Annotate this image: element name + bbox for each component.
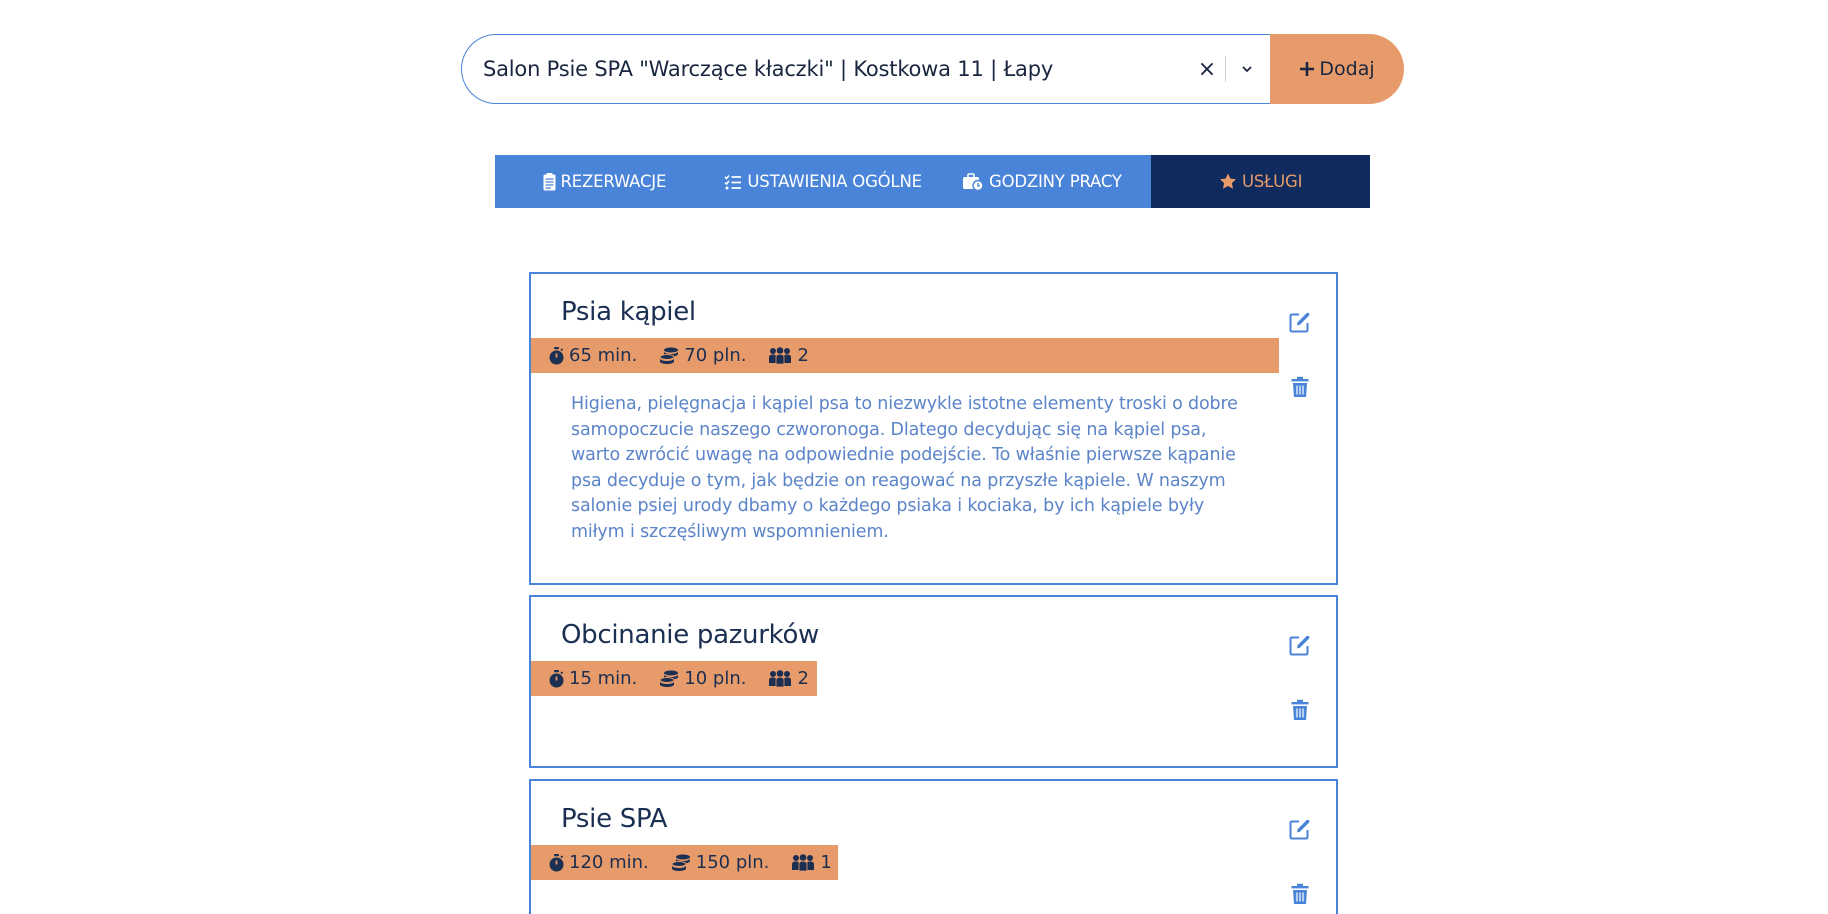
service-duration-value: 120 min. bbox=[569, 852, 649, 873]
clipboard-list-icon bbox=[543, 172, 556, 190]
service-capacity: 2 bbox=[768, 345, 809, 366]
edit-icon[interactable] bbox=[1288, 817, 1312, 841]
edit-icon[interactable] bbox=[1288, 633, 1312, 657]
service-meta-bar: 120 min. 150 pln. 1 bbox=[531, 845, 838, 880]
service-description: Higiena, pielęgnacja i kąpiel psa to nie… bbox=[571, 394, 1238, 542]
trash-icon[interactable] bbox=[1288, 375, 1312, 399]
service-capacity-value: 1 bbox=[820, 852, 832, 873]
business-time-icon bbox=[962, 172, 984, 191]
service-duration-value: 65 min. bbox=[569, 345, 638, 366]
tab-services-label: USŁUGI bbox=[1241, 172, 1303, 191]
coins-icon bbox=[659, 670, 679, 687]
service-duration-value: 15 min. bbox=[569, 668, 638, 689]
service-card: Obcinanie pazurków 15 min. 10 pln. 2 bbox=[529, 595, 1338, 768]
settings-tabs: REZERWACJE USTAWIENIA OGÓLNE GODZINY PRA… bbox=[495, 155, 1370, 208]
coins-icon bbox=[659, 347, 679, 364]
coins-icon bbox=[671, 854, 690, 871]
add-salon-button[interactable]: Dodaj bbox=[1270, 34, 1404, 104]
service-meta-bar: 65 min. 70 pln. 2 bbox=[531, 338, 1279, 373]
tasks-checklist-icon bbox=[724, 174, 742, 189]
service-name: Obcinanie pazurków bbox=[561, 620, 820, 650]
add-button-label: Dodaj bbox=[1319, 58, 1375, 80]
service-capacity: 2 bbox=[768, 668, 809, 689]
service-name: Psia kąpiel bbox=[561, 297, 696, 327]
service-price: 70 pln. bbox=[659, 345, 746, 366]
service-card: Psia kąpiel 65 min. 70 pln. 2 Higiena, p… bbox=[529, 272, 1338, 585]
service-price-value: 150 pln. bbox=[695, 852, 770, 873]
users-icon bbox=[769, 346, 792, 364]
tab-general-settings[interactable]: USTAWIENIA OGÓLNE bbox=[713, 155, 933, 208]
tab-working-hours-label: GODZINY PRACY bbox=[988, 172, 1122, 191]
star-icon bbox=[1219, 173, 1236, 189]
plus-icon bbox=[1300, 62, 1315, 76]
service-card: Psie SPA 120 min. 150 pln. 1 bbox=[529, 779, 1338, 914]
service-capacity-value: 2 bbox=[797, 668, 809, 689]
chevron-down-icon[interactable] bbox=[1232, 65, 1262, 73]
service-price-value: 70 pln. bbox=[684, 345, 747, 366]
service-duration: 120 min. bbox=[549, 852, 649, 873]
service-name: Psie SPA bbox=[561, 804, 668, 834]
service-price: 10 pln. bbox=[659, 668, 746, 689]
tab-working-hours[interactable]: GODZINY PRACY bbox=[932, 155, 1152, 208]
edit-icon[interactable] bbox=[1288, 310, 1312, 334]
users-icon bbox=[792, 853, 815, 871]
trash-icon[interactable] bbox=[1288, 698, 1312, 722]
stopwatch-icon bbox=[549, 669, 564, 687]
stopwatch-icon bbox=[549, 346, 564, 364]
service-capacity-value: 2 bbox=[797, 345, 809, 366]
service-duration: 15 min. bbox=[549, 668, 637, 689]
tab-reservations[interactable]: REZERWACJE bbox=[495, 155, 714, 208]
trash-icon[interactable] bbox=[1288, 882, 1312, 906]
salon-select-value[interactable]: Salon Psie SPA "Warczące kłaczki" | Kost… bbox=[462, 57, 1193, 81]
salon-select[interactable]: Salon Psie SPA "Warczące kłaczki" | Kost… bbox=[461, 34, 1270, 104]
users-icon bbox=[769, 669, 792, 687]
clear-selection-icon[interactable]: × bbox=[1193, 57, 1221, 82]
tab-services[interactable]: USŁUGI bbox=[1151, 155, 1370, 208]
stopwatch-icon bbox=[549, 853, 564, 871]
select-separator bbox=[1225, 56, 1226, 82]
service-capacity: 1 bbox=[791, 852, 832, 873]
service-meta-bar: 15 min. 10 pln. 2 bbox=[531, 661, 817, 696]
service-duration: 65 min. bbox=[549, 345, 637, 366]
service-price-value: 10 pln. bbox=[684, 668, 747, 689]
tab-reservations-label: REZERWACJE bbox=[560, 172, 667, 191]
service-price: 150 pln. bbox=[671, 852, 770, 873]
tab-general-settings-label: USTAWIENIA OGÓLNE bbox=[747, 172, 922, 191]
